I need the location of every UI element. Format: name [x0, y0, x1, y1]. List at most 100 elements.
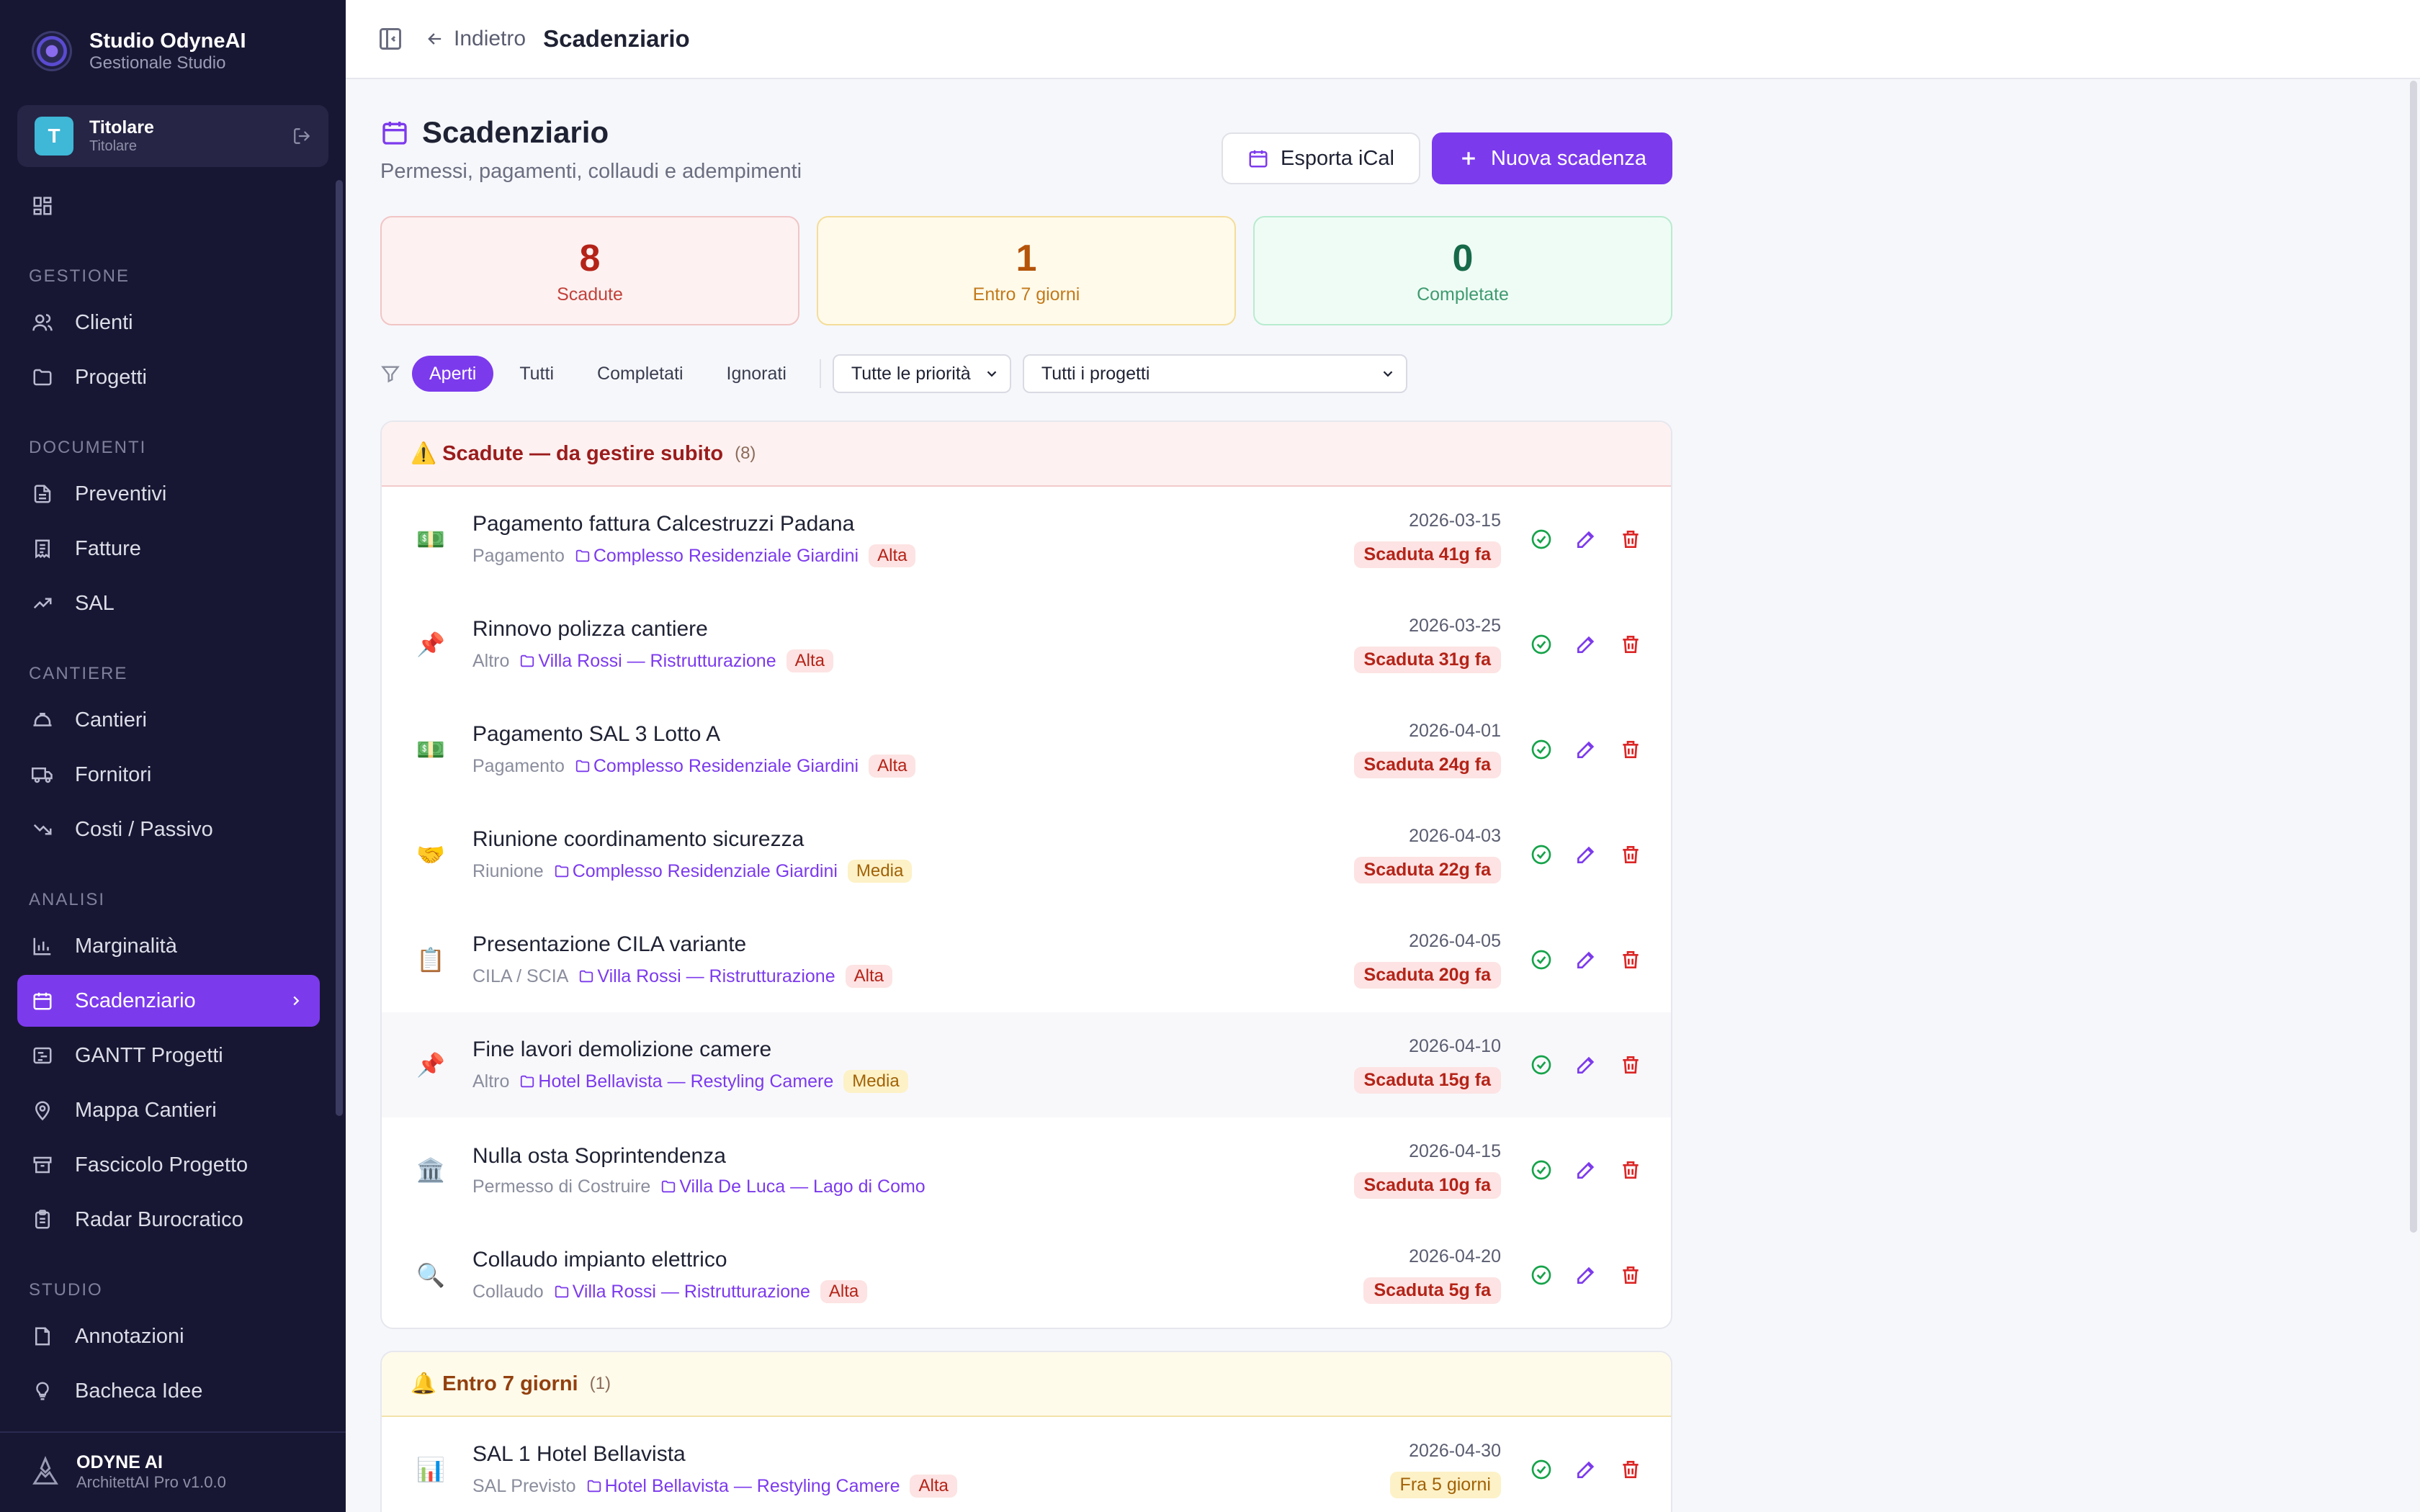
- user-name: Titolare: [89, 117, 154, 138]
- trash-icon[interactable]: [1619, 1458, 1642, 1481]
- deadline-row[interactable]: 📌 Fine lavori demolizione camere Altro H…: [382, 1012, 1671, 1117]
- sidebar-item-clienti[interactable]: Clienti: [17, 297, 320, 348]
- deadline-row[interactable]: 💵 Pagamento SAL 3 Lotto A Pagamento Comp…: [382, 697, 1671, 802]
- folder-icon: [575, 760, 590, 773]
- project-link[interactable]: Villa De Luca — Lago di Como: [660, 1176, 926, 1197]
- edit-icon[interactable]: [1574, 738, 1597, 761]
- row-body: SAL 1 Hotel Bellavista SAL Previsto Hote…: [472, 1441, 1390, 1498]
- back-button[interactable]: Indietro: [425, 27, 526, 51]
- project-link[interactable]: Hotel Bellavista — Restyling Camere: [586, 1476, 900, 1497]
- project-link[interactable]: Villa Rossi — Ristrutturazione: [554, 1282, 810, 1302]
- stat-overdue[interactable]: 8 Scadute: [380, 216, 799, 325]
- stat-due-soon[interactable]: 1 Entro 7 giorni: [817, 216, 1236, 325]
- check-circle-icon[interactable]: [1530, 1053, 1553, 1076]
- sidebar-item-label: Radar Burocratico: [75, 1207, 243, 1231]
- trash-icon[interactable]: [1619, 1053, 1642, 1076]
- check-circle-icon[interactable]: [1530, 738, 1553, 761]
- deadline-title: Presentazione CILA variante: [472, 932, 747, 956]
- sidebar-item-scadenziario[interactable]: Scadenziario: [17, 975, 320, 1027]
- priority-select[interactable]: Tutte le priorità: [832, 354, 1011, 393]
- filter-chip-completati[interactable]: Completati: [580, 356, 701, 392]
- export-ical-button[interactable]: Esporta iCal: [1222, 132, 1420, 184]
- project-link[interactable]: Complesso Residenziale Giardini: [575, 756, 859, 777]
- sidebar: Studio OdyneAI Gestionale Studio T Titol…: [0, 0, 346, 1512]
- sidebar-item-fornitori[interactable]: Fornitori: [17, 749, 320, 801]
- user-card[interactable]: T Titolare Titolare: [17, 105, 328, 167]
- deadline-row[interactable]: 📊 SAL 1 Hotel Bellavista SAL Previsto Ho…: [382, 1417, 1671, 1512]
- deadline-title: Fine lavori demolizione camere: [472, 1038, 772, 1061]
- edit-icon[interactable]: [1574, 1264, 1597, 1287]
- check-circle-icon[interactable]: [1530, 948, 1553, 971]
- edit-icon[interactable]: [1574, 528, 1597, 551]
- deadline-title: Riunione coordinamento sicurezza: [472, 827, 805, 851]
- check-circle-icon[interactable]: [1530, 528, 1553, 551]
- sidebar-scrollbar[interactable]: [336, 180, 343, 1116]
- project-link[interactable]: Villa Rossi — Ristrutturazione: [519, 651, 776, 672]
- stat-completed[interactable]: 0 Completate: [1253, 216, 1672, 325]
- sidebar-item-sal[interactable]: SAL: [17, 577, 320, 629]
- sidebar-item-mappa[interactable]: Mappa Cantieri: [17, 1084, 320, 1136]
- status-badge: Fra 5 giorni: [1389, 1472, 1501, 1498]
- folder-icon: [575, 549, 590, 562]
- row-dates: 2026-04-03 Scaduta 22g fa: [1353, 826, 1501, 883]
- logout-icon[interactable]: [292, 127, 311, 145]
- trash-icon[interactable]: [1619, 1158, 1642, 1182]
- edit-icon[interactable]: [1574, 633, 1597, 656]
- deadline-row[interactable]: 📌 Rinnovo polizza cantiere Altro Villa R…: [382, 592, 1671, 697]
- sidebar-item-costi[interactable]: Costi / Passivo: [17, 804, 320, 855]
- sidebar-item-preventivi[interactable]: Preventivi: [17, 468, 320, 520]
- trash-icon[interactable]: [1619, 528, 1642, 551]
- check-circle-icon[interactable]: [1530, 1458, 1553, 1481]
- trash-icon[interactable]: [1619, 1264, 1642, 1287]
- main-scrollbar[interactable]: [2410, 81, 2417, 1233]
- trash-icon[interactable]: [1619, 738, 1642, 761]
- type-icon: 📌: [416, 1052, 445, 1078]
- section-studio: STUDIO: [29, 1280, 103, 1300]
- deadline-row[interactable]: 📋 Presentazione CILA variante CILA / SCI…: [382, 907, 1671, 1012]
- sidebar-item-label: SAL: [75, 591, 115, 615]
- project-link[interactable]: Complesso Residenziale Giardini: [575, 546, 859, 567]
- deadline-row[interactable]: 💵 Pagamento fattura Calcestruzzi Padana …: [382, 487, 1671, 592]
- brand[interactable]: Studio OdyneAI Gestionale Studio: [32, 29, 246, 73]
- sidebar-item-gantt[interactable]: GANTT Progetti: [17, 1030, 320, 1081]
- sidebar-item-fascicolo[interactable]: Fascicolo Progetto: [17, 1139, 320, 1191]
- sidebar-item-progetti[interactable]: Progetti: [17, 351, 320, 403]
- filter-chip-aperti[interactable]: Aperti: [412, 356, 494, 392]
- deadline-row[interactable]: 🏛️ Nulla osta Soprintendenza Permesso di…: [382, 1117, 1671, 1223]
- status-badge: Scaduta 5g fa: [1363, 1277, 1501, 1304]
- trash-icon[interactable]: [1619, 843, 1642, 866]
- edit-icon[interactable]: [1574, 1458, 1597, 1481]
- project-link[interactable]: Villa Rossi — Ristrutturazione: [578, 966, 835, 987]
- check-circle-icon[interactable]: [1530, 843, 1553, 866]
- deadline-meta: Collaudo Villa Rossi — Ristrutturazione …: [472, 1280, 1363, 1303]
- sidebar-item-dashboard[interactable]: [17, 180, 320, 232]
- deadline-row[interactable]: 🤝 Riunione coordinamento sicurezza Riuni…: [382, 802, 1671, 907]
- status-badge: Scaduta 41g fa: [1353, 541, 1501, 568]
- filter-chip-ignorati[interactable]: Ignorati: [709, 356, 804, 392]
- sidebar-item-annotazioni[interactable]: Annotazioni: [17, 1310, 320, 1362]
- project-select[interactable]: Tutti i progetti: [1022, 354, 1407, 393]
- project-link[interactable]: Hotel Bellavista — Restyling Camere: [519, 1071, 833, 1092]
- trash-icon[interactable]: [1619, 633, 1642, 656]
- edit-icon[interactable]: [1574, 843, 1597, 866]
- filter-bar: Aperti Tutti Completati Ignorati Tutte l…: [380, 354, 1672, 393]
- check-circle-icon[interactable]: [1530, 1264, 1553, 1287]
- edit-icon[interactable]: [1574, 948, 1597, 971]
- edit-icon[interactable]: [1574, 1158, 1597, 1182]
- filter-chip-tutti[interactable]: Tutti: [502, 356, 571, 392]
- sidebar-item-radar[interactable]: Radar Burocratico: [17, 1194, 320, 1246]
- sidebar-item-fatture[interactable]: Fatture: [17, 523, 320, 575]
- sidebar-item-marginalita[interactable]: Marginalità: [17, 920, 320, 972]
- deadline-type: Altro: [472, 650, 510, 671]
- edit-icon[interactable]: [1574, 1053, 1597, 1076]
- sidebar-item-bacheca[interactable]: Bacheca Idee: [17, 1365, 320, 1417]
- chevron-down-icon: [987, 371, 997, 377]
- deadline-row[interactable]: 🔍 Collaudo impianto elettrico Collaudo V…: [382, 1223, 1671, 1328]
- sidebar-toggle-icon[interactable]: [377, 26, 403, 52]
- project-link[interactable]: Complesso Residenziale Giardini: [554, 861, 838, 882]
- check-circle-icon[interactable]: [1530, 1158, 1553, 1182]
- trash-icon[interactable]: [1619, 948, 1642, 971]
- sidebar-item-cantieri[interactable]: Cantieri: [17, 694, 320, 746]
- check-circle-icon[interactable]: [1530, 633, 1553, 656]
- new-deadline-button[interactable]: Nuova scadenza: [1431, 132, 1672, 184]
